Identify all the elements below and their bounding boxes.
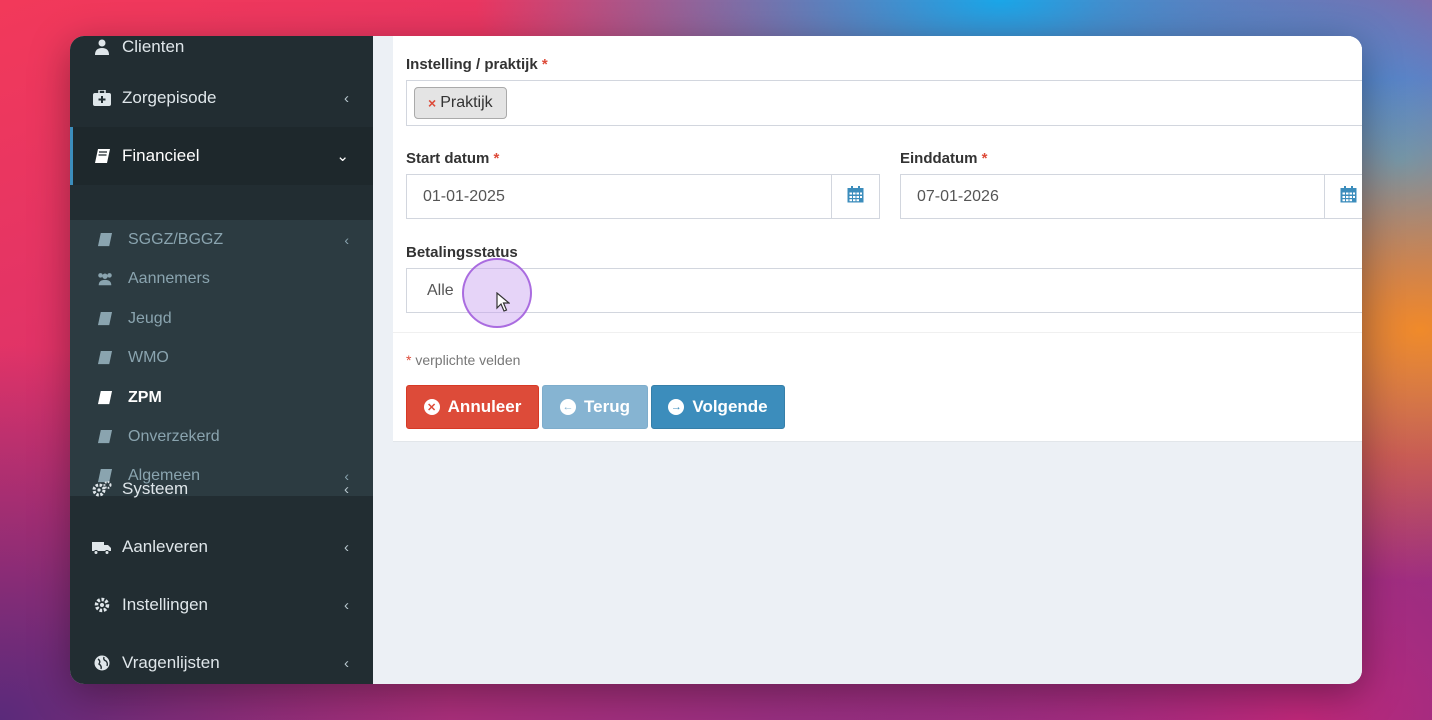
required-note-text: verplichte velden [415,352,521,368]
chevron-left-icon: ‹ [344,654,349,672]
app-window: Clienten Zorgepisode ‹ Financieel ⌄ SGGZ… [70,36,1362,684]
book-icon [96,389,114,407]
sidebar-item-financieel[interactable]: Financieel ⌄ [70,127,373,185]
instelling-label-text: Instelling / praktijk [406,56,538,73]
chevron-left-icon: ‹ [344,480,349,498]
start-date-label-text: Start datum [406,150,490,167]
sidebar-item-label: Instellingen [122,595,209,614]
required-mark: * [406,352,412,368]
sidebar-item-label: Aanleveren [122,537,209,556]
sidebar-item-aanleveren[interactable]: Aanleveren ‹ [70,518,373,576]
remove-tag-icon[interactable]: × [428,95,436,111]
book-icon [96,428,114,446]
required-mark: * [493,150,500,167]
sidebar-item-label: Financieel [122,146,200,165]
sidebar: Clienten Zorgepisode ‹ Financieel ⌄ SGGZ… [70,36,373,684]
calendar-icon [847,185,864,208]
sidebar-item-label: Zorgepisode [122,88,217,107]
sidebar-item-label: Systeem [122,479,189,498]
book-icon [96,349,114,367]
divider [393,332,1362,333]
back-button-label: Terug [584,397,630,416]
times-circle-icon: ✕ [423,399,440,415]
end-date-input[interactable]: 07-01-2026 [900,174,1326,219]
globe-icon [92,653,112,673]
end-date-label-text: Einddatum [900,150,978,167]
submenu-item-wmo[interactable]: WMO [70,338,373,377]
start-date-input[interactable]: 01-01-2025 [406,174,832,219]
status-select[interactable]: Alle [406,268,1362,313]
book-icon [92,146,112,166]
truck-icon [92,537,112,557]
book-icon [96,310,114,328]
next-button[interactable]: → Volgende [651,385,785,429]
end-date-value: 07-01-2026 [917,187,999,205]
submenu-item-aannemers[interactable]: Aannemers [70,259,373,298]
next-button-label: Volgende [692,397,768,416]
medkit-icon [92,88,112,108]
book-icon [96,231,114,249]
sidebar-item-systeem[interactable]: Systeem ‹ [70,460,373,518]
users-icon [96,270,114,288]
submenu-item-label: Jeugd [128,309,172,327]
tag-label: Praktijk [440,94,493,111]
required-mark: * [981,150,988,167]
chevron-down-icon: ⌄ [336,148,349,165]
arrow-circle-left-icon: ← [560,399,577,415]
sidebar-item-vragenlijsten[interactable]: Vragenlijsten ‹ [70,634,373,684]
arrow-circle-right-icon: → [668,399,685,415]
end-date-calendar-button[interactable] [1324,174,1362,219]
main-content: Instelling / praktijk * × Praktijk Start… [373,36,1362,684]
end-date-label: Einddatum * [900,150,988,167]
submenu-item-onverzekerd[interactable]: Onverzekerd [70,417,373,456]
status-select-value: Alle [427,281,454,299]
submenu-item-label: Onverzekerd [128,427,220,445]
start-date-calendar-button[interactable] [831,174,880,219]
filter-form: Instelling / praktijk * × Praktijk Start… [393,36,1362,442]
instelling-label: Instelling / praktijk * [406,56,548,73]
chevron-left-icon: ‹ [344,538,349,556]
chevron-left-icon: ‹ [344,89,349,107]
user-icon [92,37,112,57]
required-mark: * [541,56,548,73]
submenu-item-label: ZPM [128,388,162,406]
cog-icon [92,595,112,615]
sidebar-item-label: Clienten [122,37,185,56]
submenu-item-label: WMO [128,348,169,366]
sidebar-item-instellingen[interactable]: Instellingen ‹ [70,576,373,634]
mouse-cursor-icon [496,291,511,317]
start-date-value: 01-01-2025 [423,187,505,205]
sidebar-item-zorgepisode[interactable]: Zorgepisode ‹ [70,69,373,127]
chevron-left-icon: ‹ [344,596,349,614]
cancel-button-label: Annuleer [447,397,522,416]
back-button[interactable]: ← Terug [542,385,648,429]
cancel-button[interactable]: ✕ Annuleer [406,385,539,429]
financieel-submenu: SGGZ/BGGZ ‹ Aannemers Jeugd WMO ZPM Onve… [70,220,373,496]
submenu-item-zpm[interactable]: ZPM [70,378,373,417]
sidebar-item-label: Vragenlijsten [122,653,220,672]
submenu-item-sggz-bggz[interactable]: SGGZ/BGGZ ‹ [70,220,373,259]
submenu-item-jeugd[interactable]: Jeugd [70,299,373,338]
start-date-label: Start datum * [406,150,499,167]
submenu-item-label: Aannemers [128,269,210,287]
instelling-select[interactable]: × Praktijk [406,80,1362,126]
selected-tag: × Praktijk [414,87,507,119]
calendar-icon [1340,185,1357,208]
chevron-left-icon: ‹ [344,231,349,248]
cogs-icon [92,479,112,499]
required-fields-note: * verplichte velden [406,352,520,368]
submenu-item-label: SGGZ/BGGZ [128,230,224,248]
